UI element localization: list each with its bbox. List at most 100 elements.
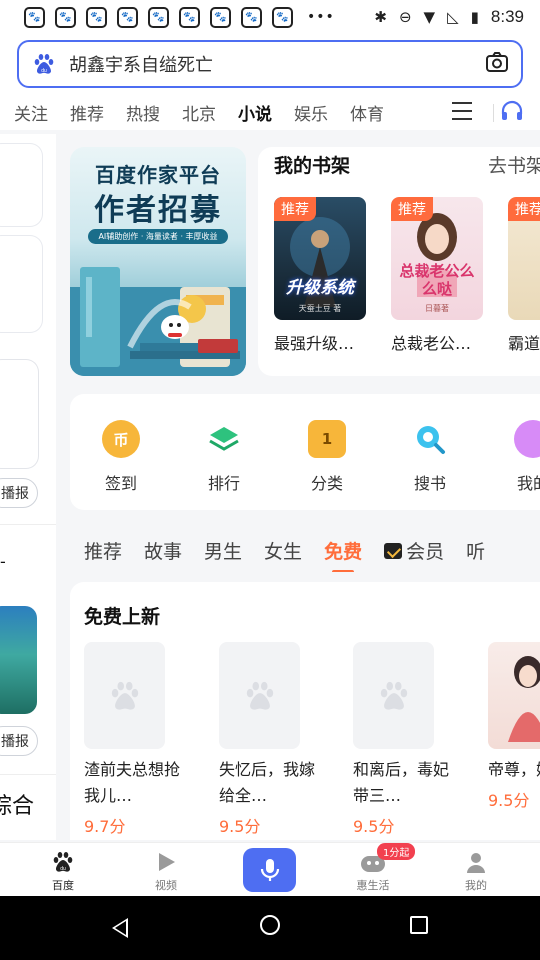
voice-search-button[interactable] — [243, 848, 296, 892]
bottom-navigation: du 百度 视频 1分起 惠生活 我的 — [0, 842, 540, 896]
cat-tab-male[interactable]: 男生 — [204, 537, 242, 564]
cover-author: 天蚕土豆 著 — [298, 304, 342, 313]
nav-label: 我的 — [465, 879, 487, 892]
baidu-paw-icon: du — [31, 51, 57, 77]
tab-beijing[interactable]: 北京 — [182, 100, 216, 125]
cover-author: 日暮著 — [425, 304, 449, 313]
wifi-icon: ▼ — [423, 8, 436, 26]
headset-icon[interactable] — [500, 100, 524, 122]
strip-document-thumb[interactable] — [0, 360, 38, 468]
author-recruit-banner[interactable]: 百度作家平台 作者招募 AI辅助创作 · 海量读者 · 丰厚收益 — [70, 147, 246, 376]
quick-mine[interactable]: 我的 — [498, 420, 540, 494]
quick-menu: 币 签到 排行 1 分类 搜书 我的 — [70, 394, 540, 510]
cat-tab-female[interactable]: 女生 — [264, 537, 302, 564]
cover-title: 总裁老公么么哒 — [399, 262, 475, 298]
book-cover: 推荐 — [508, 197, 540, 320]
cat-tab-listen[interactable]: 听 — [466, 537, 485, 564]
bluetooth-icon: ✱ — [374, 8, 387, 26]
cat-tab-story[interactable]: 故事 — [144, 537, 182, 564]
bookshelf-title: 我的书架 — [274, 155, 351, 177]
baidu-notification-icon: 🐾 — [179, 6, 200, 28]
baidu-notification-icon: 🐾 — [86, 6, 107, 28]
strip-lake-image[interactable] — [0, 606, 37, 714]
nav-life[interactable]: 1分起 惠生活 — [338, 843, 416, 893]
book-score: 9.7分 — [84, 817, 126, 836]
search-input[interactable] — [69, 53, 485, 75]
free-book[interactable]: 帝尊，娘带崽 9.5分 — [488, 642, 540, 811]
video-play-icon — [131, 849, 201, 875]
strip-heading: 综合 — [0, 794, 35, 819]
clock: 8:39 — [490, 7, 524, 26]
banner-subtitle: AI辅助创作 · 海量读者 · 丰厚收益 — [88, 229, 228, 244]
svg-text:du: du — [41, 68, 47, 74]
cat-tab-vip[interactable]: 会员 — [384, 537, 444, 564]
divider — [0, 524, 56, 525]
search-box[interactable]: du — [17, 40, 523, 88]
book-title: 最强升级… — [274, 334, 355, 353]
tab-entertainment[interactable]: 娱乐 — [294, 100, 328, 125]
channel-tabs: 关注 推荐 热搜 北京 小说 娱乐 体育 — [0, 94, 540, 130]
back-icon[interactable] — [112, 918, 128, 938]
strip-broadcast-button-2[interactable]: 播报 — [0, 726, 38, 756]
strip-card[interactable] — [0, 236, 42, 332]
quick-category[interactable]: 1 分类 — [292, 420, 362, 494]
free-book[interactable]: 和离后，毒妃带三… 9.5分 — [353, 642, 463, 837]
menu-icon[interactable] — [452, 102, 472, 120]
go-to-bookshelf-link[interactable]: 去书架 — [488, 151, 540, 178]
nav-baidu[interactable]: du 百度 — [28, 849, 98, 893]
nav-label: 百度 — [52, 879, 74, 892]
layers-icon — [205, 420, 243, 458]
nav-label: 惠生活 — [356, 879, 390, 892]
home-icon[interactable] — [260, 915, 280, 935]
quick-search-book[interactable]: 搜书 — [395, 420, 465, 494]
strip-dash: - — [0, 552, 6, 571]
no-signal-icon: ◺ — [447, 8, 459, 26]
nav-video[interactable]: 视频 — [131, 849, 201, 893]
promo-badge: 1分起 — [377, 843, 416, 860]
more-notifications-icon: ••• — [307, 9, 335, 25]
tab-follow[interactable]: 关注 — [14, 100, 48, 125]
recommend-tag: 推荐 — [391, 197, 433, 221]
category-icon: 1 — [308, 420, 346, 458]
book-score: 9.5分 — [488, 791, 530, 810]
tab-recommend[interactable]: 推荐 — [70, 100, 104, 125]
quick-checkin[interactable]: 币 签到 — [86, 420, 156, 494]
book-cover — [488, 642, 540, 749]
quick-label: 我的 — [516, 474, 540, 493]
quick-label: 分类 — [310, 474, 343, 493]
book-cover-placeholder — [84, 642, 165, 749]
profile-icon — [441, 849, 511, 875]
camera-icon[interactable] — [485, 51, 509, 77]
baidu-notification-icon: 🐾 — [24, 6, 45, 28]
strip-broadcast-button[interactable]: 播报 — [0, 478, 38, 508]
tab-hot-search[interactable]: 热搜 — [126, 100, 160, 125]
category-tabs: 推荐 故事 男生 女生 免费 会员 听 — [70, 528, 540, 572]
book-title: 霸道 — [508, 334, 540, 353]
divider — [0, 774, 56, 775]
banner-title: 百度作家平台 — [95, 163, 221, 187]
nav-label: 视频 — [155, 879, 177, 892]
search-area: du — [0, 34, 540, 94]
status-bar: 🐾 🐾 🐾 🐾 🐾 🐾 🐾 🐾 🐾 ••• ✱ ⊖ ▼ ◺ ▮ 8:39 — [0, 0, 540, 34]
cat-tab-recommend[interactable]: 推荐 — [84, 537, 122, 564]
divider — [493, 104, 494, 122]
system-navigation-bar — [0, 896, 540, 960]
free-book[interactable]: 失忆后，我嫁给全… 9.5分 — [219, 642, 329, 837]
baidu-paw-icon — [380, 681, 407, 710]
quick-ranking[interactable]: 排行 — [189, 420, 259, 494]
bookshelf-book[interactable]: 推荐 霸道 — [508, 197, 540, 354]
previous-page-strip: 播报 - 播报 综合 — [0, 134, 56, 840]
section-title: 免费上新 — [84, 606, 161, 628]
free-book[interactable]: 渣前夫总想抢我儿… 9.7分 — [84, 642, 194, 837]
cat-tab-free[interactable]: 免费 — [324, 537, 362, 564]
bookshelf-book[interactable]: 推荐 升级系统 天蚕土豆 著 最强升级… — [274, 197, 366, 354]
recent-apps-icon[interactable] — [410, 916, 428, 934]
strip-card[interactable] — [0, 144, 42, 226]
bookshelf-book[interactable]: 推荐 总裁老公么么哒 日暮著 总裁老公… — [391, 197, 483, 354]
svg-text:du: du — [60, 866, 66, 872]
tab-novel[interactable]: 小说 — [238, 100, 272, 125]
tab-sports[interactable]: 体育 — [350, 100, 384, 125]
nav-mine[interactable]: 我的 — [441, 849, 511, 893]
recommend-tag: 推荐 — [508, 197, 540, 221]
my-bookshelf: 我的书架 去书架 推荐 升级系统 天蚕土豆 著 最强升级… 推荐 总裁老公么么哒… — [258, 147, 540, 376]
